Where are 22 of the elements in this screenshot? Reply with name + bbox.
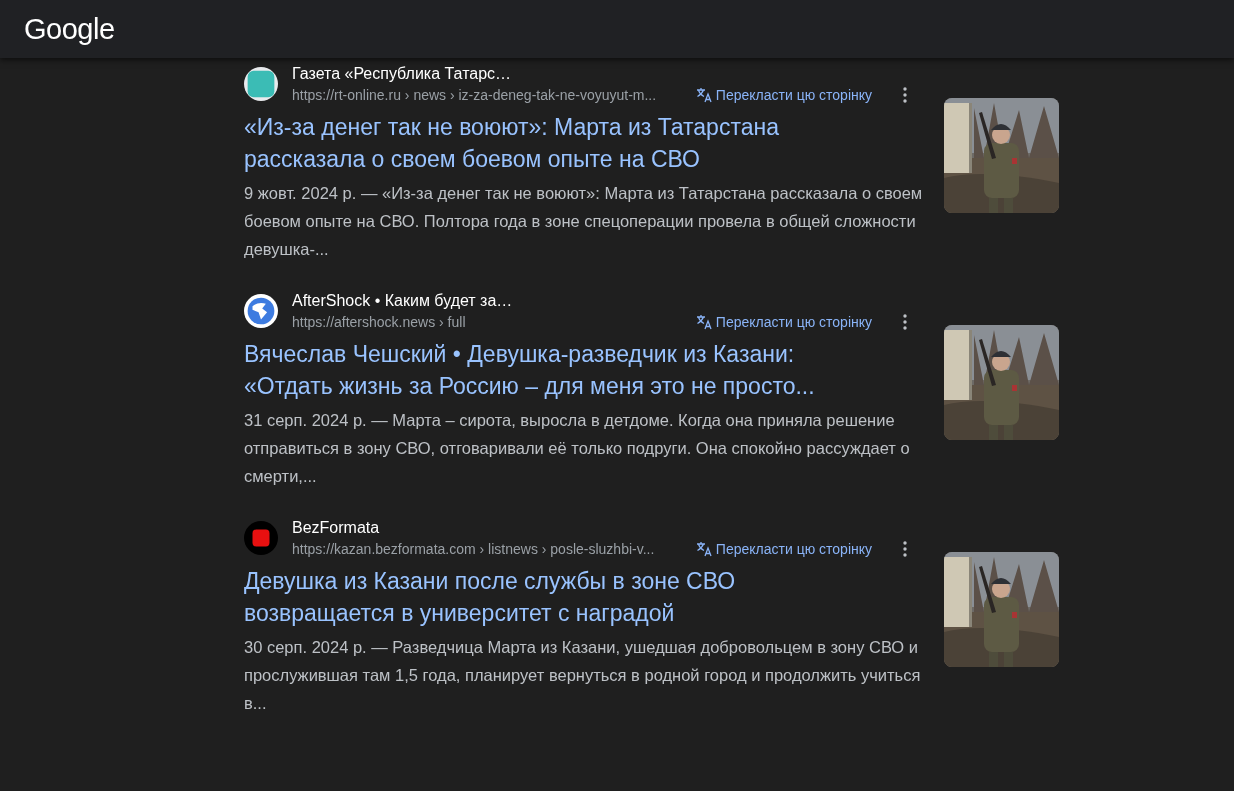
translate-link[interactable]: Перекласти цю сторінку bbox=[695, 86, 872, 103]
site-name: Газета «Республика Татарс… bbox=[292, 64, 513, 83]
result-url: https://aftershock.news › full bbox=[292, 313, 467, 330]
site-name: AfterShock • Каким будет за… bbox=[292, 291, 514, 310]
globe-icon bbox=[244, 294, 278, 328]
result-snippet: 30 серп. 2024 р. — Разведчица Марта из Казани, ушедшая добровольцем в зону СВО и прослужившая там 1,5 года, планирует вернуться в родной город и продолжить учиться в... bbox=[244, 637, 922, 714]
result-title-link[interactable]: Девушка из Казани после службы в зоне СВО возвращается в университет с наградой bbox=[244, 565, 854, 629]
result-url: https://kazan.bezformata.com › listnews › posle-sluzhbi-v... bbox=[292, 540, 656, 557]
result-snippet: 9 жовт. 2024 р. — «Из-за денег так не воюют»: Марта из Татарстана рассказала о своем боевом опыте на СВО. Полтора года в зоне спецоперации провела в общей сложности девушка-... bbox=[244, 183, 924, 260]
site-name: BezFormata bbox=[292, 518, 381, 537]
translate-icon[interactable] bbox=[695, 86, 712, 103]
translate-link[interactable]: Перекласти цю сторінку bbox=[695, 540, 872, 557]
result-snippet: 31 серп. 2024 р. — Марта – сирота, выросла в детдоме. Когда она приняла решение отправиться в зону СВО, отговаривали её только подруги. Она спокойно рассуждает о смерти,... bbox=[244, 410, 911, 487]
result-title-link[interactable]: «Из-за денег так не воюют»: Марта из Татарстана рассказала о своем боевом опыте на СВО bbox=[244, 111, 854, 175]
google-logo[interactable]: Google bbox=[24, 12, 115, 46]
translate-icon[interactable] bbox=[695, 313, 712, 330]
translate-link[interactable]: Перекласти цю сторінку bbox=[695, 313, 872, 330]
result-url: https://rt-online.ru › news › iz-za-deneg-tak-ne-voyuyut-m... bbox=[292, 86, 658, 103]
result-title-link[interactable]: Вячеслав Чешский • Девушка-разведчик из Казани: «Отдать жизнь за Россию – для меня это не просто... bbox=[244, 338, 854, 402]
translate-icon[interactable] bbox=[695, 540, 712, 557]
site-icon bbox=[244, 67, 278, 101]
site-icon bbox=[244, 521, 278, 555]
